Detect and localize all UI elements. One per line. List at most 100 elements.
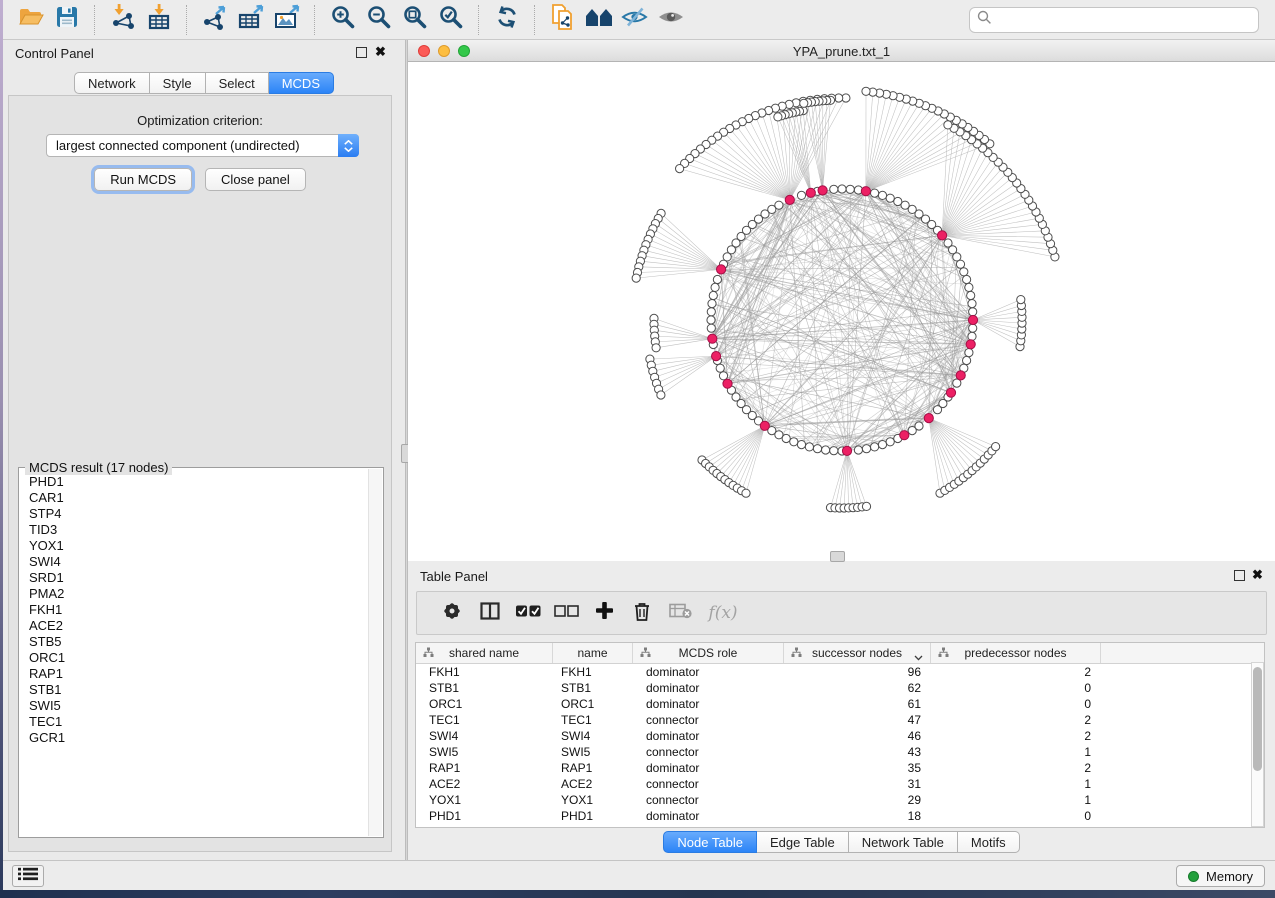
export-network-button[interactable] <box>197 4 233 36</box>
graph-node[interactable] <box>944 121 952 129</box>
graph-hub-node[interactable] <box>723 379 732 388</box>
first-neighbors-button[interactable] <box>581 4 617 36</box>
float-table-panel-icon[interactable] <box>1234 570 1245 581</box>
search-field[interactable] <box>969 7 1259 33</box>
graph-hub-node[interactable] <box>712 352 721 361</box>
graph-node[interactable] <box>657 391 665 399</box>
graph-node[interactable] <box>822 446 830 454</box>
graph-hub-node[interactable] <box>938 231 947 240</box>
graph-node[interactable] <box>713 275 721 283</box>
mcds-result-item[interactable]: SRD1 <box>20 570 369 586</box>
graph-hub-node[interactable] <box>968 315 977 324</box>
graph-node[interactable] <box>719 372 727 380</box>
horizontal-splitter-handle[interactable] <box>830 551 845 562</box>
graph-node[interactable] <box>871 189 879 197</box>
mcds-result-item[interactable]: ORC1 <box>20 650 369 666</box>
graph-node[interactable] <box>830 447 838 455</box>
close-panel-button[interactable]: Close panel <box>205 168 306 191</box>
show-columns-button[interactable] <box>471 598 509 628</box>
mcds-result-item[interactable]: SWI4 <box>20 554 369 570</box>
graph-node[interactable] <box>716 364 724 372</box>
graph-node[interactable] <box>963 275 971 283</box>
tab-mcds[interactable]: MCDS <box>269 72 334 94</box>
table-row[interactable]: RAP1RAP1dominator352 <box>416 760 1264 776</box>
graph-hub-node[interactable] <box>818 186 827 195</box>
delete-column-button[interactable] <box>623 598 661 628</box>
table-row[interactable]: FKH1FKH1dominator962 <box>416 664 1264 680</box>
table-row[interactable]: STB1STB1dominator620 <box>416 680 1264 696</box>
zoom-out-button[interactable] <box>361 4 397 36</box>
graph-node[interactable] <box>632 274 640 282</box>
graph-node[interactable] <box>894 197 902 205</box>
graph-node[interactable] <box>652 344 660 352</box>
run-mcds-button[interactable]: Run MCDS <box>94 168 192 191</box>
graph-node[interactable] <box>862 502 870 510</box>
graph-node[interactable] <box>915 422 923 430</box>
graph-hub-node[interactable] <box>785 195 794 204</box>
mcds-result-item[interactable]: PHD1 <box>20 474 369 490</box>
graph-node[interactable] <box>782 434 790 442</box>
zoom-selected-button[interactable] <box>433 4 469 36</box>
table-row[interactable]: ORC1ORC1dominator610 <box>416 696 1264 712</box>
open-file-button[interactable] <box>13 4 49 36</box>
network-graph[interactable] <box>408 62 1275 561</box>
import-network-button[interactable] <box>105 4 141 36</box>
mcds-result-item[interactable]: CAR1 <box>20 490 369 506</box>
graph-node[interactable] <box>886 194 894 202</box>
graph-node[interactable] <box>707 308 715 316</box>
close-panel-icon[interactable]: ✖ <box>375 45 387 58</box>
tab-network[interactable]: Network <box>74 72 150 94</box>
graph-hub-node[interactable] <box>861 187 870 196</box>
mcds-result-scrollbar[interactable] <box>368 469 382 836</box>
optimization-criterion-dropdown[interactable]: largest connected component (undirected) <box>46 134 359 157</box>
mcds-result-item[interactable]: TID3 <box>20 522 369 538</box>
graph-node[interactable] <box>707 316 715 324</box>
save-session-button[interactable] <box>49 4 85 36</box>
graph-hub-node[interactable] <box>966 340 975 349</box>
graph-hub-node[interactable] <box>717 265 726 274</box>
deselect-all-button[interactable] <box>547 598 585 628</box>
table-row[interactable]: SWI4SWI4dominator462 <box>416 728 1264 744</box>
graph-node[interactable] <box>878 191 886 199</box>
table-row[interactable]: TEC1TEC1connector472 <box>416 712 1264 728</box>
export-image-button[interactable] <box>269 4 305 36</box>
graph-node[interactable] <box>854 446 862 454</box>
graph-node[interactable] <box>968 300 976 308</box>
graph-node[interactable] <box>862 445 870 453</box>
import-table-button[interactable] <box>141 4 177 36</box>
column-header-mcds_role[interactable]: MCDS role <box>633 643 784 663</box>
graph-node[interactable] <box>992 443 1000 451</box>
graph-node[interactable] <box>676 165 684 173</box>
table-settings-button[interactable] <box>433 598 471 628</box>
graph-node[interactable] <box>805 443 813 451</box>
hide-selected-button[interactable] <box>617 4 653 36</box>
graph-node[interactable] <box>862 87 870 95</box>
tab-node-table[interactable]: Node Table <box>663 831 757 853</box>
graph-hub-node[interactable] <box>842 446 851 455</box>
graph-node[interactable] <box>800 99 808 107</box>
graph-node[interactable] <box>965 349 973 357</box>
network-canvas[interactable] <box>408 62 1275 561</box>
graph-hub-node[interactable] <box>900 431 909 440</box>
graph-node[interactable] <box>965 283 973 291</box>
mcds-result-item[interactable]: ACE2 <box>20 618 369 634</box>
zoom-in-button[interactable] <box>325 4 361 36</box>
create-column-button[interactable] <box>585 598 623 628</box>
column-header-successor_nodes[interactable]: successor nodes <box>784 643 931 663</box>
zoom-fit-button[interactable] <box>397 4 433 36</box>
table-row[interactable]: SWI5SWI5connector431 <box>416 744 1264 760</box>
clone-network-button[interactable] <box>545 4 581 36</box>
apply-layout-button[interactable] <box>489 4 525 36</box>
graph-node[interactable] <box>969 308 977 316</box>
tab-style[interactable]: Style <box>150 72 206 94</box>
mcds-result-item[interactable]: YOX1 <box>20 538 369 554</box>
graph-node[interactable] <box>742 489 750 497</box>
graph-hub-node[interactable] <box>760 421 769 430</box>
show-all-button[interactable] <box>653 4 689 36</box>
graph-node[interactable] <box>813 445 821 453</box>
graph-node[interactable] <box>708 300 716 308</box>
export-table-button[interactable] <box>233 4 269 36</box>
float-panel-icon[interactable] <box>356 47 367 58</box>
column-header-predecessor_nodes[interactable]: predecessor nodes <box>931 643 1101 663</box>
graph-node[interactable] <box>709 291 717 299</box>
